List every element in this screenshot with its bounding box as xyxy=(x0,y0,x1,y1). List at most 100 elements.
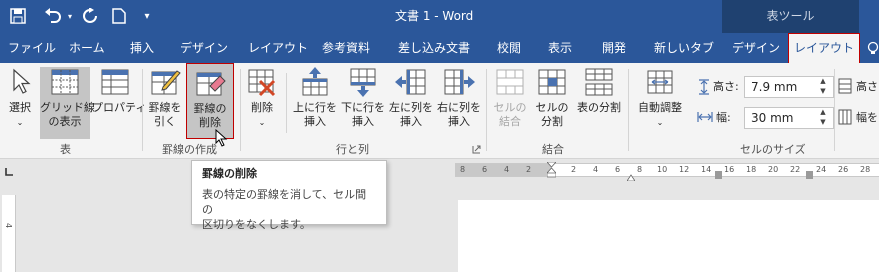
tab-insert[interactable]: 挿入 xyxy=(130,33,154,63)
distribute-rows-icon[interactable] xyxy=(838,78,852,94)
cursor-icon xyxy=(13,68,31,94)
distribute-columns-label[interactable]: 幅を xyxy=(856,110,878,126)
eraser-button[interactable]: 罫線の 削除 xyxy=(186,63,234,139)
insert-above-label-1: 上に行を xyxy=(293,101,337,114)
delete-button[interactable]: 削除 ⌄ xyxy=(244,67,280,139)
merge-label-1: セルの xyxy=(493,101,527,114)
autofit-label: 自動調整 xyxy=(638,101,682,114)
tell-me-icon[interactable] xyxy=(866,41,879,55)
tab-file[interactable]: ファイル xyxy=(8,33,56,63)
group-label-draw: 罫線の作成 xyxy=(162,143,217,156)
tab-table-design[interactable]: デザイン xyxy=(732,33,780,63)
ruler-number: 18 xyxy=(746,165,757,174)
tab-references[interactable]: 参考資料 xyxy=(322,33,370,63)
ruler-number: 20 xyxy=(768,165,779,174)
undo-dropdown-icon[interactable]: ▾ xyxy=(64,0,76,33)
ruler-number: 6 xyxy=(615,165,621,174)
tooltip-body-line: 表の特定の罫線を消して、セル間の xyxy=(202,188,367,216)
insert-column-right-button[interactable]: 右に列を 挿入 xyxy=(436,67,482,139)
tab-new[interactable]: 新しいタブ xyxy=(654,33,714,63)
tooltip-body-line: 区切りをなくします。 xyxy=(202,218,311,231)
repeat-icon[interactable] xyxy=(80,0,100,36)
ribbon: 選択 ⌄ グリッド線 の表示 プロパティ 表 罫線を 引く 罫線の 削除 罫線の… xyxy=(0,63,879,159)
split-cells-button[interactable]: セルの 分割 xyxy=(532,67,572,139)
insert-column-left-button[interactable]: 左に列を 挿入 xyxy=(388,67,434,139)
vertical-ruler[interactable]: 4 xyxy=(2,195,16,272)
dialog-launcher-icon[interactable] xyxy=(472,143,481,154)
column-width-icon xyxy=(697,110,713,126)
insert-right-label-1: 右に列を xyxy=(437,101,481,114)
window-title: 文書 1 - Word xyxy=(395,9,474,23)
merge-cells-icon xyxy=(496,69,524,95)
ruler-number: 4 xyxy=(593,165,599,174)
ruler-number: 24 xyxy=(816,165,827,174)
draw-table-button[interactable]: 罫線を 引く xyxy=(146,67,184,139)
eraser-label-1: 罫線の xyxy=(193,102,227,115)
ribbon-tab-bar: ファイル ホーム 挿入 デザイン レイアウト 参考資料 差し込み文書 校閲 表示… xyxy=(0,33,879,63)
properties-button[interactable]: プロパティ xyxy=(92,67,146,139)
width-label: 幅: xyxy=(716,111,731,124)
tab-layout[interactable]: レイアウト xyxy=(248,33,308,63)
document-page[interactable] xyxy=(458,200,879,272)
tab-stop-icon[interactable] xyxy=(626,170,636,182)
row-height-spinner[interactable]: ▲ ▼ xyxy=(816,76,830,98)
ruler-number: 12 xyxy=(679,165,690,174)
autofit-button[interactable]: 自動調整 ⌄ xyxy=(632,67,688,139)
tab-selector-icon[interactable] xyxy=(3,166,15,178)
split-table-label: 表の分割 xyxy=(577,101,621,114)
gridlines-label-1: グリッド線 xyxy=(40,101,95,114)
tab-design[interactable]: デザイン xyxy=(180,33,228,63)
tooltip-title: 罫線の削除 xyxy=(202,167,257,180)
tab-table-layout[interactable]: レイアウト xyxy=(788,33,860,63)
column-marker-icon[interactable] xyxy=(806,168,813,179)
new-document-icon[interactable] xyxy=(110,0,128,36)
tab-review[interactable]: 校閲 xyxy=(497,33,521,63)
insert-below-label-2: 挿入 xyxy=(352,115,374,128)
distribute-columns-icon[interactable] xyxy=(838,109,852,125)
undo-icon[interactable] xyxy=(42,0,64,36)
properties-label: プロパティ xyxy=(92,101,147,114)
draw-table-label-2: 引く xyxy=(154,115,176,128)
row-height-icon xyxy=(697,79,711,95)
column-marker-icon[interactable] xyxy=(715,168,722,179)
view-gridlines-button[interactable]: グリッド線 の表示 xyxy=(40,67,95,139)
select-label: 選択 xyxy=(9,101,31,114)
insert-row-below-button[interactable]: 下に行を 挿入 xyxy=(340,67,386,139)
ruler-number: 2 xyxy=(526,165,532,174)
insert-left-label-1: 左に列を xyxy=(389,101,433,114)
split-table-icon xyxy=(585,68,613,96)
chevron-down-icon: ⌄ xyxy=(258,118,266,127)
ruler-number: 8 xyxy=(460,165,466,174)
eraser-icon xyxy=(196,72,226,96)
group-divider xyxy=(286,73,287,133)
distribute-rows-label[interactable]: 高さを xyxy=(856,79,879,95)
tab-mailings[interactable]: 差し込み文書 xyxy=(398,33,470,63)
indent-marker-icon[interactable] xyxy=(546,161,557,178)
group-divider xyxy=(486,69,487,151)
ruler-margin xyxy=(455,164,551,176)
insert-left-icon xyxy=(395,69,426,95)
select-button[interactable]: 選択 ⌄ xyxy=(4,67,36,139)
save-icon[interactable] xyxy=(8,0,28,36)
insert-row-above-button[interactable]: 上に行を 挿入 xyxy=(292,67,338,139)
group-divider xyxy=(834,69,835,151)
delete-label: 削除 xyxy=(251,101,273,114)
tab-developer[interactable]: 開発 xyxy=(602,33,626,63)
group-label-cell-size: セルのサイズ xyxy=(740,143,806,156)
column-width-spinner[interactable]: ▲ ▼ xyxy=(816,107,830,129)
split-table-button[interactable]: 表の分割 xyxy=(574,67,624,139)
merge-cells-button[interactable]: セルの 結合 xyxy=(490,67,530,139)
split-cells-label-1: セルの xyxy=(535,101,569,114)
table-properties-icon xyxy=(101,69,129,95)
tab-view[interactable]: 表示 xyxy=(548,33,572,63)
ruler-number: 2 xyxy=(571,165,577,174)
group-divider xyxy=(142,69,143,151)
ruler-number: 28 xyxy=(860,165,871,174)
group-label-rows-cols: 行と列 xyxy=(336,143,369,156)
delete-table-icon xyxy=(248,69,276,97)
tooltip-body: 表の特定の罫線を消して、セル間の 区切りをなくします。 xyxy=(202,187,376,232)
tab-home[interactable]: ホーム xyxy=(69,33,105,63)
customize-qat-icon[interactable]: ▾ xyxy=(140,0,154,33)
group-label-merge: 結合 xyxy=(542,143,564,156)
ruler-number: 4 xyxy=(504,165,510,174)
